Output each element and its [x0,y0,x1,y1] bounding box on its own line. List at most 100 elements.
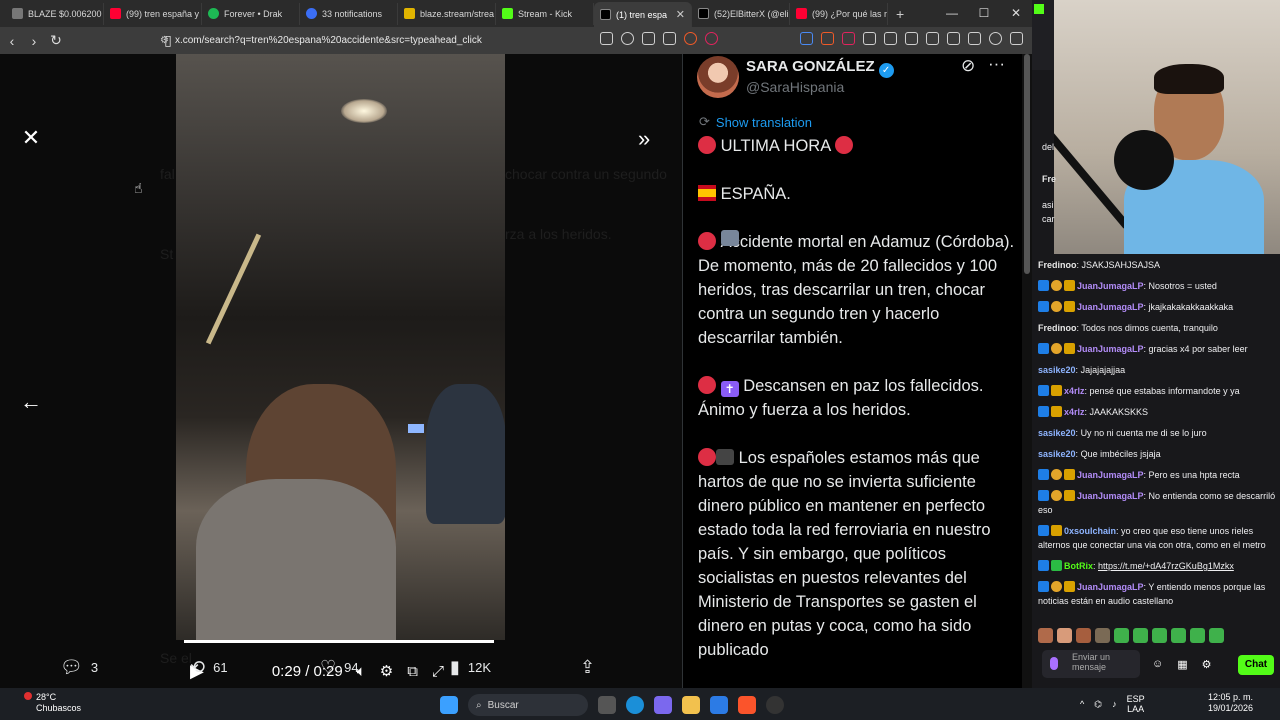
avatar[interactable] [697,56,739,98]
emote-icon[interactable] [1095,628,1110,643]
music-icon[interactable] [905,32,918,45]
rewards-icon[interactable] [705,32,718,45]
store-icon[interactable]: ▦ [1177,658,1187,671]
taskbar-search[interactable]: ⌕ Buscar [468,694,588,716]
tab-7[interactable]: (52)ElBitterX (@eli [692,2,790,25]
install-icon[interactable] [642,32,655,45]
tab-8[interactable]: (99) ¿Por qué las r [790,2,888,25]
chat-username[interactable]: sasike20 [1038,365,1076,375]
emote-icon[interactable] [1190,628,1205,643]
chat-username[interactable]: x4rlz [1064,407,1085,417]
chat-username[interactable]: BotRix [1064,561,1093,571]
edge-icon[interactable] [626,696,644,714]
language-indicator[interactable]: ESP LAA [1127,694,1145,714]
video-progress-bar[interactable] [184,640,494,643]
translate-icon[interactable] [600,32,613,45]
chat-username[interactable]: JuanJumagaLP [1077,582,1144,592]
emote-icon[interactable] [1209,628,1224,643]
maximize-icon[interactable]: ☐ [968,0,1000,27]
weather-widget[interactable]: 28°C Chubascos [24,692,81,714]
task-view-icon[interactable] [598,696,616,714]
chat-username[interactable]: 0xsoulchain [1064,526,1116,536]
minimize-icon[interactable]: — [936,0,968,27]
chat-username[interactable]: sasike20 [1038,428,1076,438]
brave-icon[interactable] [738,696,756,714]
extension-icon[interactable] [800,32,813,45]
forward-icon[interactable]: › [24,33,44,49]
video-player[interactable] [176,54,505,640]
reload-icon[interactable]: ↻ [46,32,66,49]
sidebar-icon[interactable] [926,32,939,45]
mic-icon[interactable] [1050,657,1058,670]
scrollbar-thumb[interactable] [1024,54,1030,274]
views-button[interactable]: ▮ 12K [450,657,580,678]
app-icon[interactable] [766,696,784,714]
emoji-icon[interactable]: ☺ [1152,658,1163,671]
extension-icon[interactable] [842,32,855,45]
tab-0[interactable]: BLAZE $0.006200 [6,2,104,25]
tab-1[interactable]: (99) tren españa y [104,2,202,25]
close-window-icon[interactable]: ✕ [1000,0,1032,27]
chat-link[interactable]: https://t.me/+dA47rzGKuBg1Mzkx [1098,561,1234,571]
close-media-icon[interactable]: ✕ [17,124,45,152]
back-icon[interactable]: ‹ [2,33,22,49]
share-button[interactable]: ⇪ [580,657,595,678]
leo-icon[interactable] [968,32,981,45]
chat-username[interactable]: JuanJumagaLP [1077,470,1144,480]
more-options-icon[interactable]: ··· [988,54,1005,74]
chat-username[interactable]: JuanJumagaLP [1077,302,1144,312]
tab-2[interactable]: Forever • Drak [202,2,300,25]
chat-username[interactable]: JuanJumagaLP [1077,281,1144,291]
tab-3[interactable]: 33 notifications [300,2,398,25]
tab-6-active[interactable]: (1) tren espa ✕ [594,2,692,27]
emote-icon[interactable] [1152,628,1167,643]
repost-button[interactable]: ⟲ 61 [190,657,320,678]
chat-username[interactable]: Fredinoo [1038,323,1077,333]
page-scrollbar[interactable] [1022,54,1032,688]
chat-send-button[interactable]: Chat [1238,655,1274,675]
show-translation-link[interactable]: ⟳ Show translation [699,114,812,130]
volume-icon[interactable]: ♪ [1112,699,1117,709]
extension-icon[interactable] [863,32,876,45]
chat-username[interactable]: JuanJumagaLP [1077,491,1144,501]
like-button[interactable]: ♡ 94 [320,657,450,678]
new-tab-icon[interactable]: + [896,6,904,22]
emote-icon[interactable] [1171,628,1186,643]
chat-username[interactable]: sasike20 [1038,449,1076,459]
wallet-icon[interactable] [947,32,960,45]
copilot-icon[interactable] [654,696,672,714]
chat-username[interactable]: x4rlz [1064,386,1085,396]
emote-icon[interactable] [1114,628,1129,643]
chat-input[interactable]: Enviar un mensaje [1042,650,1140,678]
brave-shield-icon[interactable] [684,32,697,45]
chevron-up-icon[interactable]: ^ [1080,699,1084,709]
share-icon[interactable] [663,32,676,45]
settings-icon[interactable]: ⚙ [1202,658,1212,671]
extension-icon[interactable] [821,32,834,45]
site-info-icon[interactable]: ⚙ [160,35,169,46]
windows-start-icon[interactable] [440,696,458,714]
collapse-panel-icon[interactable]: » [638,126,650,152]
emote-icon[interactable] [1057,628,1072,643]
explorer-icon[interactable] [682,696,700,714]
grok-icon[interactable]: ⊘ [961,56,975,76]
network-icon[interactable]: ⌬ [1094,699,1102,710]
zoom-icon[interactable] [621,32,634,45]
user-handle[interactable]: @SaraHispania [746,79,844,95]
previous-media-icon[interactable]: ← [20,389,42,415]
tab-4[interactable]: blaze.stream/strea [398,2,496,25]
chat-username[interactable]: Fredinoo [1038,260,1077,270]
chat-username[interactable]: JuanJumagaLP [1077,344,1144,354]
close-tab-icon[interactable]: ✕ [676,8,685,21]
vpn-icon[interactable] [989,32,1002,45]
menu-icon[interactable] [1010,32,1023,45]
tab-5[interactable]: Stream - Kick [496,2,594,25]
extension-icon[interactable] [884,32,897,45]
clock[interactable]: 12:05 p. m. 19/01/2026 [1208,692,1253,714]
emote-icon[interactable] [1076,628,1091,643]
store-icon[interactable] [710,696,728,714]
user-name[interactable]: SARA GONZÁLEZ ✓ [746,58,894,78]
emote-icon[interactable] [1038,628,1053,643]
emote-icon[interactable] [1133,628,1148,643]
reply-button[interactable]: 💬︎ 3 [60,657,190,678]
